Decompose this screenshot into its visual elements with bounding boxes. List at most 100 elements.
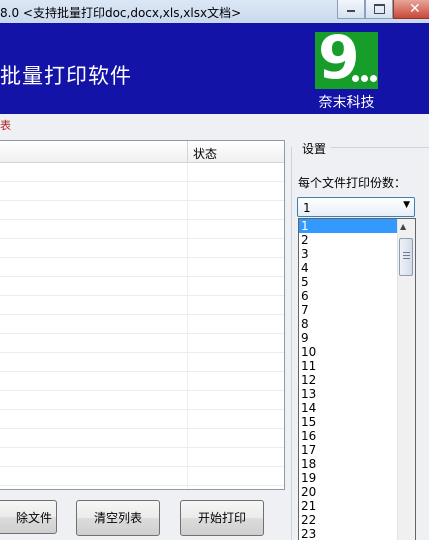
close-icon: ✕ bbox=[409, 1, 421, 17]
settings-group-border bbox=[330, 147, 429, 148]
copies-option[interactable]: 7 bbox=[299, 303, 400, 317]
copies-option[interactable]: 2 bbox=[299, 233, 400, 247]
logo-icon: 9 bbox=[315, 23, 378, 93]
remove-file-button[interactable]: 除文件 bbox=[0, 500, 57, 534]
scroll-up-icon[interactable]: ▲ bbox=[400, 222, 406, 231]
grip-icon bbox=[403, 255, 410, 256]
column-divider bbox=[187, 391, 188, 409]
column-divider bbox=[187, 239, 188, 257]
copies-option[interactable]: 20 bbox=[299, 485, 400, 499]
copies-option[interactable]: 3 bbox=[299, 247, 400, 261]
list-item[interactable] bbox=[0, 391, 284, 410]
column-divider bbox=[187, 467, 188, 485]
copies-option[interactable]: 23 bbox=[299, 527, 400, 540]
list-item[interactable] bbox=[0, 201, 284, 220]
list-item[interactable] bbox=[0, 353, 284, 372]
list-item[interactable] bbox=[0, 239, 284, 258]
company-logo: 9 奈末科技 bbox=[315, 23, 378, 112]
list-item[interactable] bbox=[0, 296, 284, 315]
logo-dot-icon bbox=[361, 75, 368, 82]
copies-option[interactable]: 16 bbox=[299, 429, 400, 443]
copies-dropdown-list[interactable]: 1 2 3 4 5 6 7 8 9 10 11 12 13 14 15 16 17 18 19 20 21 22 23 ▲ bbox=[298, 218, 416, 540]
copies-option[interactable]: 10 bbox=[299, 345, 400, 359]
column-header-status[interactable]: 状态 bbox=[193, 145, 217, 162]
copies-option[interactable]: 17 bbox=[299, 443, 400, 457]
list-item[interactable] bbox=[0, 315, 284, 334]
list-item[interactable] bbox=[0, 334, 284, 353]
column-divider bbox=[187, 182, 188, 200]
column-divider bbox=[187, 258, 188, 276]
column-divider bbox=[187, 334, 188, 352]
copies-option[interactable]: 22 bbox=[299, 513, 400, 527]
copies-option[interactable]: 8 bbox=[299, 317, 400, 331]
chevron-down-icon[interactable]: ▼ bbox=[403, 200, 410, 210]
copies-option[interactable]: 9 bbox=[299, 331, 400, 345]
window-title: 8.0 <支持批量打印doc,docx,xls,xlsx文档> bbox=[0, 6, 242, 20]
copies-select-value: 1 bbox=[303, 201, 311, 215]
list-item[interactable] bbox=[0, 429, 284, 448]
app-title: 批量打印软件 bbox=[0, 64, 132, 88]
file-list-header: 状态 bbox=[0, 141, 284, 163]
column-divider bbox=[187, 201, 188, 219]
grip-icon bbox=[403, 252, 410, 253]
app-banner: 批量打印软件 9 奈末科技 bbox=[0, 23, 429, 114]
logo-dot-icon bbox=[352, 75, 359, 82]
list-item[interactable] bbox=[0, 467, 284, 486]
copies-select[interactable]: 1 ▼ bbox=[297, 197, 415, 217]
copies-option[interactable]: 6 bbox=[299, 289, 400, 303]
column-divider bbox=[187, 163, 188, 181]
column-divider[interactable] bbox=[187, 141, 188, 162]
title-bar: 8.0 <支持批量打印doc,docx,xls,xlsx文档> ✕ bbox=[0, 0, 429, 23]
logo-dot-icon bbox=[370, 75, 377, 82]
list-item[interactable] bbox=[0, 220, 284, 239]
file-list[interactable]: 状态 bbox=[0, 140, 285, 490]
copies-option[interactable]: 21 bbox=[299, 499, 400, 513]
list-item[interactable] bbox=[0, 258, 284, 277]
copies-option[interactable]: 5 bbox=[299, 275, 400, 289]
maximize-icon bbox=[374, 4, 385, 14]
copies-label: 每个文件打印份数： bbox=[298, 176, 407, 190]
copies-option[interactable]: 1 bbox=[299, 219, 400, 233]
copies-option[interactable]: 12 bbox=[299, 373, 400, 387]
column-divider bbox=[187, 353, 188, 371]
column-divider bbox=[187, 410, 188, 428]
copies-option[interactable]: 4 bbox=[299, 261, 400, 275]
scrollbar-thumb[interactable] bbox=[399, 238, 413, 276]
file-list-rows bbox=[0, 163, 284, 489]
list-item[interactable] bbox=[0, 182, 284, 201]
column-divider bbox=[187, 448, 188, 466]
column-divider bbox=[187, 486, 188, 489]
copies-option[interactable]: 14 bbox=[299, 401, 400, 415]
copies-option[interactable]: 13 bbox=[299, 387, 400, 401]
logo-glyph: 9 bbox=[318, 23, 360, 93]
copies-option[interactable]: 18 bbox=[299, 457, 400, 471]
column-divider bbox=[187, 220, 188, 238]
column-divider bbox=[187, 277, 188, 295]
list-item[interactable] bbox=[0, 372, 284, 391]
file-list-caption: 表 bbox=[0, 119, 11, 132]
column-divider bbox=[187, 315, 188, 333]
minimize-icon bbox=[347, 10, 355, 12]
dropdown-scrollbar[interactable]: ▲ bbox=[397, 219, 415, 540]
close-button[interactable]: ✕ bbox=[393, 0, 429, 19]
settings-group-border bbox=[291, 147, 292, 540]
column-divider bbox=[187, 429, 188, 447]
column-divider bbox=[187, 372, 188, 390]
minimize-button[interactable] bbox=[337, 0, 365, 19]
window-controls: ✕ bbox=[337, 0, 429, 19]
start-print-button[interactable]: 开始打印 bbox=[180, 500, 264, 536]
maximize-button[interactable] bbox=[365, 0, 393, 19]
copies-option[interactable]: 15 bbox=[299, 415, 400, 429]
clear-list-button[interactable]: 清空列表 bbox=[76, 500, 160, 536]
settings-group-label: 设置 bbox=[302, 142, 327, 156]
column-divider bbox=[187, 296, 188, 314]
list-item[interactable] bbox=[0, 486, 284, 489]
copies-option[interactable]: 19 bbox=[299, 471, 400, 485]
grip-icon bbox=[403, 258, 410, 259]
list-item[interactable] bbox=[0, 410, 284, 429]
copies-option[interactable]: 11 bbox=[299, 359, 400, 373]
list-item[interactable] bbox=[0, 277, 284, 296]
logo-text: 奈末科技 bbox=[318, 95, 375, 111]
list-item[interactable] bbox=[0, 448, 284, 467]
list-item[interactable] bbox=[0, 163, 284, 182]
